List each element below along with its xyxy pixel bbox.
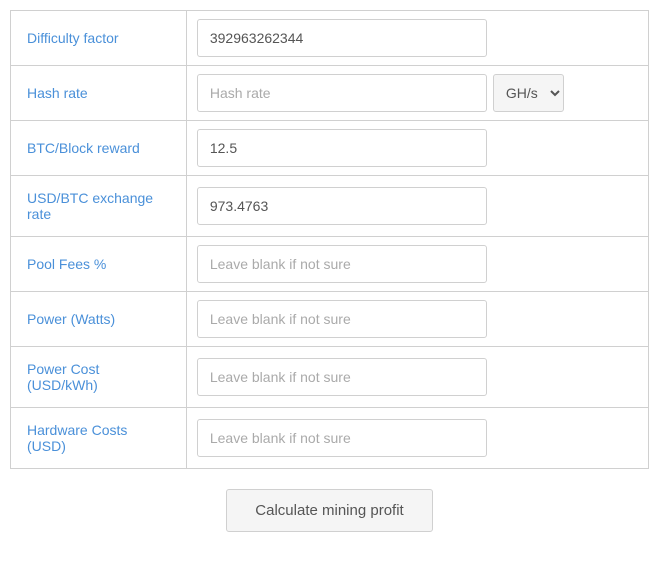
input-cell-pool-fees	[186, 237, 574, 292]
table-row: Hardware Costs (USD)	[11, 408, 649, 469]
extra-cell	[574, 121, 649, 176]
table-row: Power Cost (USD/kWh)	[11, 347, 649, 408]
extra-cell	[574, 237, 649, 292]
label-pool-fees: Pool Fees %	[11, 237, 187, 292]
table-row: Difficulty factor	[11, 11, 649, 66]
table-row: USD/BTC exchange rate	[11, 176, 649, 237]
calculate-button[interactable]: Calculate mining profit	[226, 489, 432, 532]
input-cell-difficulty-factor	[186, 11, 574, 66]
input-cell-hash-rate: GH/sTH/sMH/sKH/s	[186, 66, 574, 121]
label-power-cost: Power Cost (USD/kWh)	[11, 347, 187, 408]
extra-cell	[574, 347, 649, 408]
input-hardware-costs[interactable]	[197, 419, 487, 457]
input-power-cost[interactable]	[197, 358, 487, 396]
hash-rate-group: GH/sTH/sMH/sKH/s	[197, 74, 564, 112]
input-usd-btc-exchange[interactable]	[197, 187, 487, 225]
input-pool-fees[interactable]	[197, 245, 487, 283]
label-hardware-costs: Hardware Costs (USD)	[11, 408, 187, 469]
input-cell-hardware-costs	[186, 408, 574, 469]
input-cell-power-watts	[186, 292, 574, 347]
label-power-watts: Power (Watts)	[11, 292, 187, 347]
mining-calculator-form: Difficulty factorHash rate GH/sTH/sMH/sKH…	[10, 10, 649, 469]
extra-cell	[574, 11, 649, 66]
table-row: Power (Watts)	[11, 292, 649, 347]
input-hash-rate[interactable]	[197, 74, 487, 112]
input-btc-block-reward[interactable]	[197, 129, 487, 167]
label-hash-rate: Hash rate	[11, 66, 187, 121]
hash-rate-unit-select[interactable]: GH/sTH/sMH/sKH/s	[493, 74, 564, 112]
label-difficulty-factor: Difficulty factor	[11, 11, 187, 66]
extra-cell	[574, 292, 649, 347]
label-btc-block-reward: BTC/Block reward	[11, 121, 187, 176]
label-usd-btc-exchange: USD/BTC exchange rate	[11, 176, 187, 237]
input-cell-usd-btc-exchange	[186, 176, 574, 237]
table-row: Hash rate GH/sTH/sMH/sKH/s	[11, 66, 649, 121]
table-row: BTC/Block reward	[11, 121, 649, 176]
extra-cell	[574, 66, 649, 121]
table-row: Pool Fees %	[11, 237, 649, 292]
button-row: Calculate mining profit	[10, 469, 649, 552]
input-difficulty-factor[interactable]	[197, 19, 487, 57]
input-power-watts[interactable]	[197, 300, 487, 338]
extra-cell	[574, 408, 649, 469]
input-cell-power-cost	[186, 347, 574, 408]
extra-cell	[574, 176, 649, 237]
input-cell-btc-block-reward	[186, 121, 574, 176]
